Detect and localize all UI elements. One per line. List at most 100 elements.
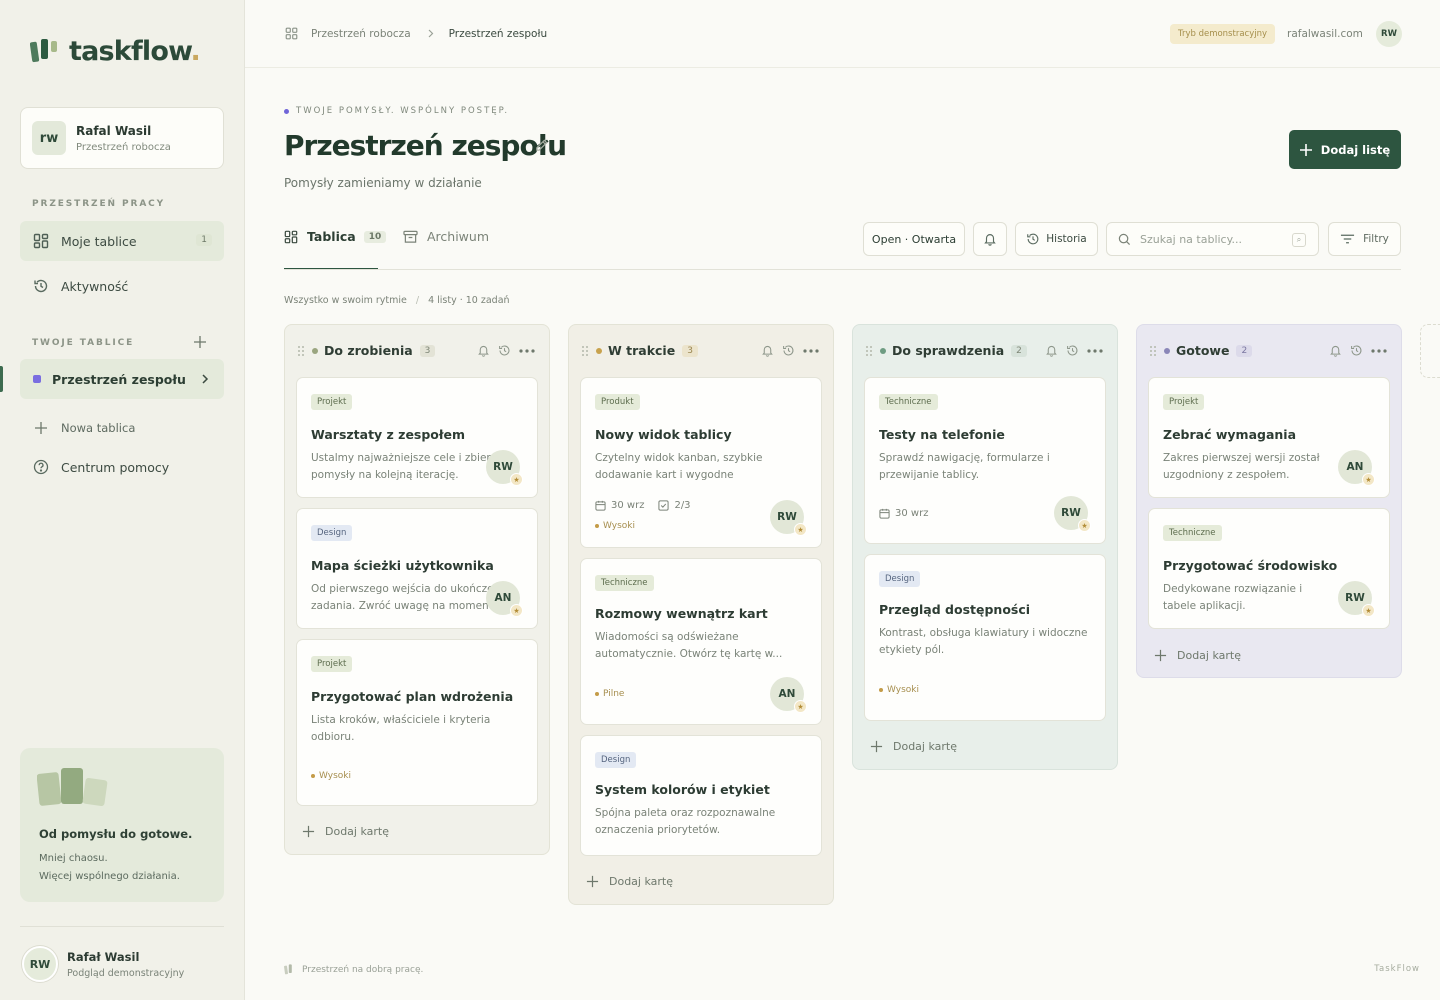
site-link[interactable]: rafalwasil.com bbox=[1287, 28, 1363, 40]
card-description: Lista kroków, właściciele i kryteria odb… bbox=[311, 714, 491, 743]
promo-title: Od pomysłu do gotowe. bbox=[39, 827, 193, 841]
star-icon: ★ bbox=[1362, 604, 1375, 617]
sidebar-item-my-boards[interactable]: Moje tablice 1 bbox=[20, 221, 224, 261]
more-icon[interactable] bbox=[519, 348, 535, 353]
add-list-button[interactable]: Dodaj listę bbox=[1289, 130, 1401, 169]
edit-icon[interactable] bbox=[534, 138, 549, 153]
history-button[interactable]: Historia bbox=[1015, 222, 1098, 256]
history-icon[interactable] bbox=[1350, 344, 1363, 357]
bell-icon[interactable] bbox=[761, 344, 774, 357]
footer-brand: TaskFlow bbox=[1374, 964, 1420, 974]
drag-handle-icon[interactable] bbox=[581, 345, 589, 357]
card-description: Kontrast, obsługa klawiatury i widoczne … bbox=[879, 627, 1088, 656]
user-name: Rafal Wasil bbox=[76, 123, 152, 138]
add-card-button[interactable]: Dodaj kartę bbox=[586, 875, 673, 888]
plus-icon bbox=[35, 422, 47, 434]
workspace-name: Przestrzeń robocza bbox=[76, 141, 171, 153]
card-tag: Design bbox=[595, 752, 637, 768]
card-title: Warsztaty z zespołem bbox=[311, 427, 466, 442]
priority-label: Wysoki bbox=[311, 771, 351, 781]
task-card[interactable]: Design Mapa ścieżki użytkownika Od pierw… bbox=[296, 508, 538, 629]
drag-handle-icon[interactable] bbox=[865, 345, 873, 357]
card-title: Nowy widok tablicy bbox=[595, 427, 732, 442]
history-icon[interactable] bbox=[782, 344, 795, 357]
filters-button[interactable]: Filtry bbox=[1328, 222, 1401, 256]
search-input[interactable]: Szukaj na tablicy... ⌕ bbox=[1106, 222, 1319, 256]
drag-handle-icon[interactable] bbox=[297, 345, 305, 357]
drag-handle-icon[interactable] bbox=[1149, 345, 1157, 357]
status-dropdown[interactable]: Open · Otwarta bbox=[863, 222, 965, 256]
avatar[interactable]: RW bbox=[1376, 21, 1402, 47]
notifications-button[interactable] bbox=[973, 222, 1007, 256]
task-card[interactable]: Techniczne Przygotować środowisko Dedyko… bbox=[1148, 508, 1390, 629]
priority-label: Wysoki bbox=[879, 685, 919, 695]
sidebar-item-team-space[interactable]: Przestrzeń zespołu bbox=[20, 359, 224, 399]
avatar: RW ★ bbox=[486, 450, 523, 486]
card-description: Zakres pierwszej wersji został uzgodnion… bbox=[1163, 452, 1320, 481]
help-icon bbox=[33, 459, 49, 475]
logo-icon bbox=[284, 964, 292, 975]
more-icon[interactable] bbox=[1371, 348, 1387, 353]
more-icon[interactable] bbox=[1087, 348, 1103, 353]
tab-archive[interactable]: Archiwum bbox=[403, 229, 489, 244]
more-icon[interactable] bbox=[803, 348, 819, 353]
count-badge: 1 bbox=[196, 234, 212, 246]
add-card-button[interactable]: Dodaj kartę bbox=[302, 825, 389, 838]
add-column-placeholder[interactable] bbox=[1420, 324, 1440, 378]
help-center-link[interactable]: Centrum pomocy bbox=[20, 447, 224, 487]
task-card[interactable]: Techniczne Testy na telefonie Sprawdź na… bbox=[864, 377, 1106, 544]
card-description: Dedykowane rozwiązanie i tabele aplikacj… bbox=[1163, 583, 1303, 612]
tab-board[interactable]: Tablica 10 bbox=[284, 229, 387, 244]
bell-icon[interactable] bbox=[477, 344, 490, 357]
history-icon[interactable] bbox=[498, 344, 511, 357]
promo-text: Mniej chaosu. Więcej wspólnego działania… bbox=[39, 853, 180, 882]
brand-name: taskflow. bbox=[69, 36, 201, 67]
column-dot bbox=[1164, 347, 1170, 354]
checklist-icon bbox=[658, 500, 670, 511]
card-tag: Design bbox=[879, 571, 921, 587]
column-count: 3 bbox=[419, 344, 436, 357]
history-icon bbox=[34, 279, 48, 293]
card-title: System kolorów i etykiet bbox=[595, 782, 770, 797]
card-tag: Projekt bbox=[311, 656, 353, 672]
history-icon[interactable] bbox=[1066, 344, 1079, 357]
page-title: Przestrzeń zespołu bbox=[284, 129, 567, 162]
card-tag: Produkt bbox=[595, 394, 640, 410]
avatar: RW bbox=[22, 946, 58, 982]
board-color-dot bbox=[33, 375, 41, 383]
bottom-user[interactable]: RW Rafał Wasil Podgląd demonstracyjny bbox=[22, 946, 184, 982]
footer: Przestrzeń na dobrą pracę. bbox=[284, 964, 423, 976]
task-card[interactable]: Projekt Warsztaty z zespołem Ustalmy naj… bbox=[296, 377, 538, 498]
checklist-progress: 2/3 bbox=[674, 500, 691, 511]
sidebar-item-activity[interactable]: Aktywność bbox=[20, 266, 224, 306]
search-placeholder: Szukaj na tablicy... bbox=[1140, 232, 1243, 246]
star-icon: ★ bbox=[510, 604, 523, 617]
task-card[interactable]: Design System kolorów i etykiet Spójna p… bbox=[580, 735, 822, 856]
column-in-progress: W trakcie 3 Produkt Nowy widok tablicy C… bbox=[568, 324, 834, 905]
logo[interactable]: taskflow. bbox=[30, 36, 201, 67]
logo-icon bbox=[30, 38, 57, 62]
star-icon: ★ bbox=[510, 473, 523, 486]
new-board-button[interactable]: Nowa tablica bbox=[20, 408, 224, 448]
plus-icon bbox=[586, 875, 599, 888]
bell-icon[interactable] bbox=[1329, 344, 1342, 357]
card-tag: Projekt bbox=[1163, 394, 1205, 410]
history-icon bbox=[1027, 233, 1039, 245]
workspace-user-card[interactable]: rw Rafal Wasil Przestrzeń robocza bbox=[20, 107, 224, 169]
bell-icon[interactable] bbox=[1045, 344, 1058, 357]
chevron-right-icon bbox=[202, 374, 209, 384]
filter-icon bbox=[1341, 234, 1355, 244]
sidebar-item-label: Przestrzeń zespołu bbox=[52, 371, 186, 387]
task-card[interactable]: Projekt Przygotować plan wdrożenia Lista… bbox=[296, 639, 538, 806]
task-card[interactable]: Techniczne Rozmowy wewnątrz kart Wiadomo… bbox=[580, 558, 822, 725]
card-description: Spójna paleta oraz rozpoznawalne oznacze… bbox=[595, 807, 776, 836]
task-card[interactable]: Design Przegląd dostępności Kontrast, ob… bbox=[864, 554, 1106, 721]
column-title: Do zrobienia bbox=[324, 343, 413, 358]
task-card[interactable]: Produkt Nowy widok tablicy Czytelny wido… bbox=[580, 377, 822, 548]
avatar: AN ★ bbox=[486, 581, 523, 617]
breadcrumb-item[interactable]: Przestrzeń robocza bbox=[311, 28, 411, 40]
add-card-button[interactable]: Dodaj kartę bbox=[870, 740, 957, 753]
task-card[interactable]: Projekt Zebrać wymagania Zakres pierwsze… bbox=[1148, 377, 1390, 498]
add-card-button[interactable]: Dodaj kartę bbox=[1154, 649, 1241, 662]
add-board-icon[interactable] bbox=[193, 335, 207, 349]
